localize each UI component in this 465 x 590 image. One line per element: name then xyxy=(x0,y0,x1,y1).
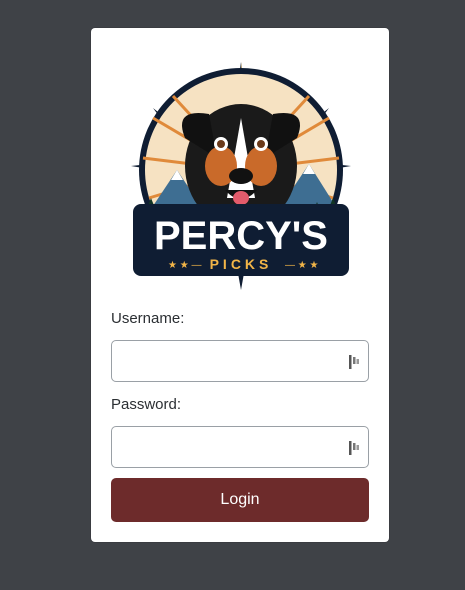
login-button[interactable]: Login xyxy=(111,478,369,522)
password-label: Password: xyxy=(111,396,182,413)
password-manager-icon[interactable] xyxy=(348,440,360,456)
svg-text:★ ★ —: ★ ★ — xyxy=(168,260,202,271)
svg-text:— ★ ★: — ★ ★ xyxy=(285,260,319,271)
percys-picks-logo: PERCY'S PICKS ★ ★ — — ★ ★ xyxy=(113,48,369,304)
password-input[interactable] xyxy=(112,427,368,467)
logo-image: PERCY'S PICKS ★ ★ — — ★ ★ xyxy=(131,62,351,290)
username-input[interactable] xyxy=(112,341,368,381)
username-label: Username: xyxy=(111,310,185,327)
password-field[interactable] xyxy=(111,426,369,468)
username-field[interactable] xyxy=(111,340,369,382)
logo-brand-sub: PICKS xyxy=(210,256,273,272)
login-button-label: Login xyxy=(220,491,260,508)
logo-brand-name: PERCY'S xyxy=(154,214,328,258)
password-manager-icon[interactable] xyxy=(348,354,360,370)
